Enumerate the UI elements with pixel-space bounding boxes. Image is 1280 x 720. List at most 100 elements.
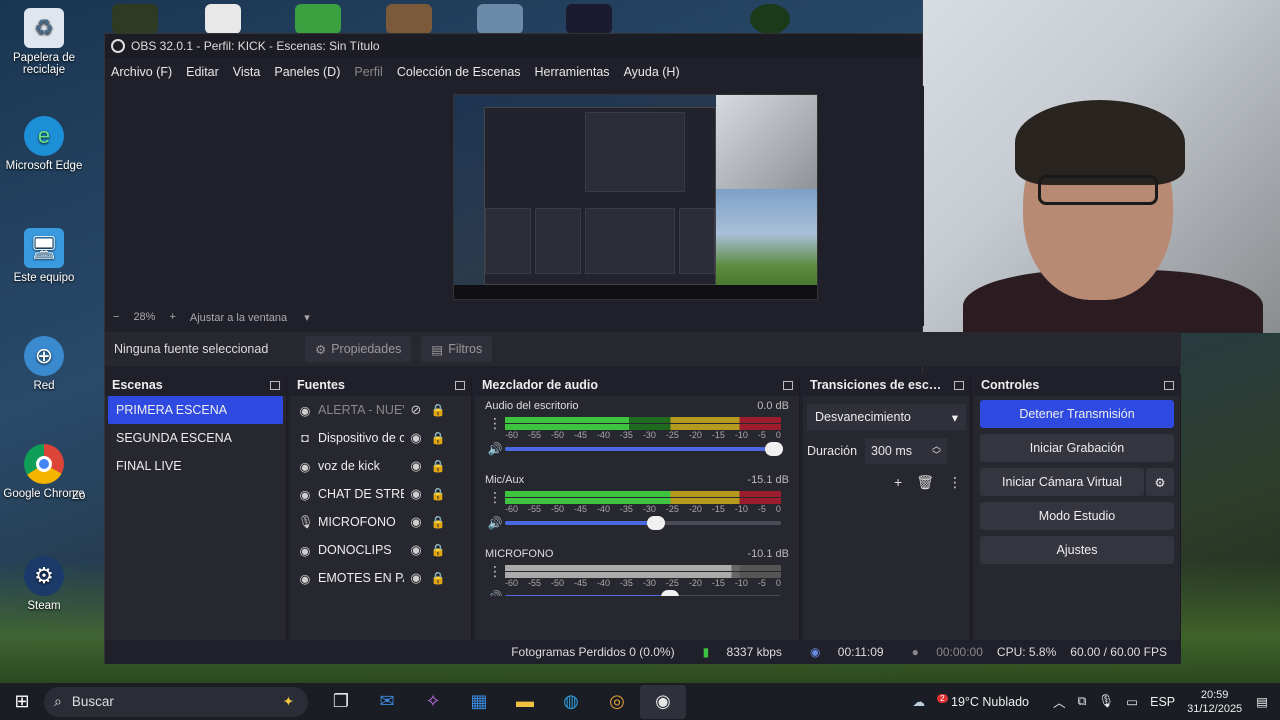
volume-knob[interactable] xyxy=(765,442,784,456)
menu-edit[interactable]: Editar xyxy=(186,65,219,79)
menu-profile[interactable]: Perfil xyxy=(354,65,382,79)
game-icon[interactable] xyxy=(386,4,432,34)
trash-icon[interactable]: 🗑 xyxy=(916,474,934,491)
store-icon[interactable]: ▦ xyxy=(456,685,502,719)
eye-icon[interactable]: ◉ xyxy=(404,542,428,558)
outlook-icon[interactable]: ✉ xyxy=(364,685,410,719)
menu-help[interactable]: Ayuda (H) xyxy=(624,65,680,79)
display-icon[interactable]: ▭ xyxy=(1126,694,1138,709)
more-options-icon[interactable]: ⋮ xyxy=(485,415,505,432)
settings-button[interactable]: Ajustes xyxy=(980,536,1174,564)
edge-icon[interactable]: ◍ xyxy=(548,685,594,719)
zoom-in-button[interactable]: + xyxy=(169,311,175,323)
virtual-camera-settings-button[interactable]: ⚙ xyxy=(1146,468,1174,496)
meter-row: ⋮ -60 -55 -50 -45 -40 -35 -30 -25 -20 -15 -10 -5 0 xyxy=(485,415,789,440)
speaker-icon[interactable]: 🔊 xyxy=(485,442,505,456)
notifications-icon[interactable]: ▤ xyxy=(1256,694,1268,709)
properties-button[interactable]: ⚙ Propiedades xyxy=(305,336,412,362)
mic-icon[interactable]: 🎙 xyxy=(1098,694,1114,709)
copilot-icon[interactable]: ✧ xyxy=(410,685,456,719)
lock-icon[interactable]: 🔒 xyxy=(428,431,448,445)
desktop-icon-edge[interactable]: e Microsoft Edge xyxy=(0,116,88,172)
program-preview[interactable] xyxy=(453,94,818,300)
menu-scene-collection[interactable]: Colección de Escenas xyxy=(397,65,521,79)
nvidia-icon[interactable] xyxy=(112,4,158,34)
chevron-up-icon[interactable]: ︿ xyxy=(1053,692,1066,711)
virtual-camera-button[interactable]: Iniciar Cámara Virtual xyxy=(980,468,1144,496)
speaker-icon[interactable]: 🔊 xyxy=(485,516,505,530)
volume-knob[interactable] xyxy=(646,516,665,530)
start-recording-button[interactable]: Iniciar Grabación xyxy=(980,434,1174,462)
volume-knob[interactable] xyxy=(660,590,679,596)
obs-taskbar-icon[interactable]: ◉ xyxy=(640,684,686,719)
source-item[interactable]: ◉ EMOTES EN PA ◉ 🔒 xyxy=(290,564,471,592)
desktop-icon-network[interactable]: ⊕ Red xyxy=(0,336,88,392)
undock-icon[interactable] xyxy=(1164,380,1174,390)
scene-item[interactable]: SEGUNDA ESCENA xyxy=(108,424,283,452)
volume-slider[interactable] xyxy=(505,590,781,596)
zoom-out-button[interactable]: − xyxy=(113,311,119,323)
eye-icon[interactable]: ◉ xyxy=(404,514,428,530)
menu-file[interactable]: Archivo (F) xyxy=(111,65,172,79)
eye-icon[interactable]: ◉ xyxy=(404,570,428,586)
windows-start-icon[interactable]: ⊞ xyxy=(0,691,44,712)
undock-icon[interactable] xyxy=(954,380,964,390)
search-box[interactable]: ⌕ Buscar ✦ xyxy=(44,686,308,717)
desktop-icon-computer[interactable]: 🖥 Este equipo xyxy=(0,228,88,284)
obs-titlebar[interactable]: OBS 32.0.1 - Perfil: KICK - Escenas: Sin… xyxy=(105,34,922,58)
more-options-icon[interactable]: ⋮ xyxy=(948,474,962,491)
more-options-icon[interactable]: ⋮ xyxy=(485,563,505,580)
roblox-icon[interactable] xyxy=(205,4,241,34)
stop-stream-button[interactable]: Detener Transmisión xyxy=(980,400,1174,428)
task-view-icon[interactable]: ❐ xyxy=(318,685,364,719)
lock-icon[interactable]: 🔒 xyxy=(428,487,448,501)
source-item[interactable]: ◉ ALERTA - NUEV ⊘ 🔒 xyxy=(290,396,471,424)
studio-mode-button[interactable]: Modo Estudio xyxy=(980,502,1174,530)
source-item[interactable]: ◉ CHAT DE STREN ◉ 🔒 xyxy=(290,480,471,508)
volume-slider[interactable] xyxy=(505,442,784,456)
radar-icon[interactable] xyxy=(750,4,790,34)
source-item[interactable]: 🎙 MICROFONO ◉ 🔒 xyxy=(290,508,471,536)
device-icon[interactable]: ⧉ xyxy=(1077,694,1086,709)
language-indicator[interactable]: ESP xyxy=(1150,695,1175,709)
spin-arrows-icon[interactable]: ︿ ﹀ xyxy=(932,442,941,460)
lock-icon[interactable]: 🔒 xyxy=(428,571,448,585)
undock-icon[interactable] xyxy=(783,380,793,390)
menu-docks[interactable]: Paneles (D) xyxy=(274,65,340,79)
eye-off-icon[interactable]: ⊘ xyxy=(404,402,428,418)
menu-tools[interactable]: Herramientas xyxy=(535,65,610,79)
source-item[interactable]: ◉ DONOCLIPS ◉ 🔒 xyxy=(290,536,471,564)
tick-label: -40 xyxy=(596,503,610,514)
undock-icon[interactable] xyxy=(270,380,280,390)
speaker-icon[interactable]: 🔊 xyxy=(485,590,505,596)
eye-icon[interactable]: ◉ xyxy=(404,430,428,446)
transition-select[interactable]: Desvanecimiento ▾ xyxy=(807,404,966,430)
clock[interactable]: 20:59 31/12/2025 xyxy=(1187,688,1242,716)
lock-icon[interactable]: 🔒 xyxy=(428,515,448,529)
tf-icon[interactable] xyxy=(566,4,612,34)
desktop-icon-recycle-bin[interactable]: ♻ Papelera de reciclaje xyxy=(0,8,88,76)
scene-item[interactable]: FINAL LIVE xyxy=(108,452,283,480)
eye-icon[interactable]: ◉ xyxy=(404,486,428,502)
lock-icon[interactable]: 🔒 xyxy=(428,543,448,557)
fit-window-dropdown[interactable]: Ajustar a la ventana ▾ xyxy=(190,311,324,324)
add-icon[interactable]: + xyxy=(894,474,902,491)
lock-icon[interactable]: 🔒 xyxy=(428,403,448,417)
file-explorer-icon[interactable]: ▬ xyxy=(502,685,548,719)
lock-icon[interactable]: 🔒 xyxy=(428,459,448,473)
scene-item[interactable]: PRIMERA ESCENA xyxy=(108,396,283,424)
source-item[interactable]: ◉ voz de kick ◉ 🔒 xyxy=(290,452,471,480)
paw-icon[interactable] xyxy=(477,4,523,34)
volume-slider[interactable] xyxy=(505,516,781,530)
eye-icon[interactable]: ◉ xyxy=(404,458,428,474)
more-options-icon[interactable]: ⋮ xyxy=(485,489,505,506)
menu-view[interactable]: Vista xyxy=(233,65,261,79)
app-icon[interactable] xyxy=(295,4,341,34)
undock-icon[interactable] xyxy=(455,380,465,390)
desktop-icon-steam[interactable]: ⚙ Steam xyxy=(0,556,88,612)
weather-widget[interactable]: ☁ 2 19°C Nublado xyxy=(913,693,1041,709)
duration-spinbox[interactable]: 300 ms ︿ ﹀ xyxy=(865,438,948,464)
filters-button[interactable]: ▤ Filtros xyxy=(421,336,493,362)
chrome-icon[interactable]: ◎ xyxy=(594,685,640,719)
source-item[interactable]: ◘ Dispositivo de c ◉ 🔒 xyxy=(290,424,471,452)
